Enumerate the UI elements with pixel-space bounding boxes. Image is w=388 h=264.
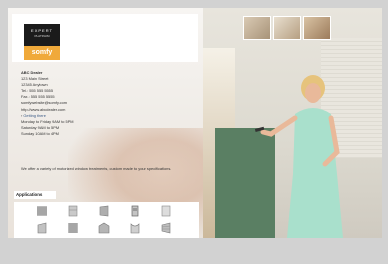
thumbnail-2[interactable] — [273, 16, 301, 40]
hero-photo — [203, 8, 382, 238]
awning-icon[interactable] — [36, 222, 48, 234]
hours-sunday: Sunday 10AM to 4PM — [21, 130, 59, 136]
shutter-icon[interactable] — [160, 222, 172, 234]
thumbnail-1[interactable] — [243, 16, 271, 40]
thumbnail-3[interactable] — [303, 16, 331, 40]
somfy-expert-badge[interactable]: EXPERT PLATINUM somfy — [24, 24, 60, 60]
directions-label: Getting there — [23, 112, 46, 118]
badge-line-expert: EXPERT — [31, 28, 53, 33]
roman-shade-icon[interactable] — [67, 205, 79, 217]
roller-shade-icon[interactable] — [36, 205, 48, 217]
woman-with-remote-image — [255, 75, 343, 238]
panel-track-icon[interactable] — [98, 222, 110, 234]
somfy-logo: somfy — [24, 46, 60, 60]
applications-heading: Applications — [14, 191, 56, 199]
photo-thumbnails — [235, 16, 343, 40]
badge-line-platinum: PLATINUM — [34, 34, 50, 38]
applications-grid — [14, 202, 199, 238]
dealer-page: EXPERT PLATINUM somfy ABC Dealer 123 Mai… — [8, 8, 382, 238]
drapery-icon[interactable] — [160, 205, 172, 217]
dealer-info-panel: EXPERT PLATINUM somfy ABC Dealer 123 Mai… — [8, 8, 203, 238]
dealer-description: We offer a variety of motorized window t… — [21, 166, 172, 171]
curtain-icon[interactable] — [129, 222, 141, 234]
header-card: EXPERT PLATINUM somfy — [12, 14, 198, 62]
horizontal-blind-icon[interactable] — [67, 222, 79, 234]
dealer-contact-block: ABC Dealer 123 Main Street 12345 Anytown… — [21, 70, 196, 137]
cellular-shade-icon[interactable] — [129, 205, 141, 217]
vertical-blind-icon[interactable] — [98, 205, 110, 217]
